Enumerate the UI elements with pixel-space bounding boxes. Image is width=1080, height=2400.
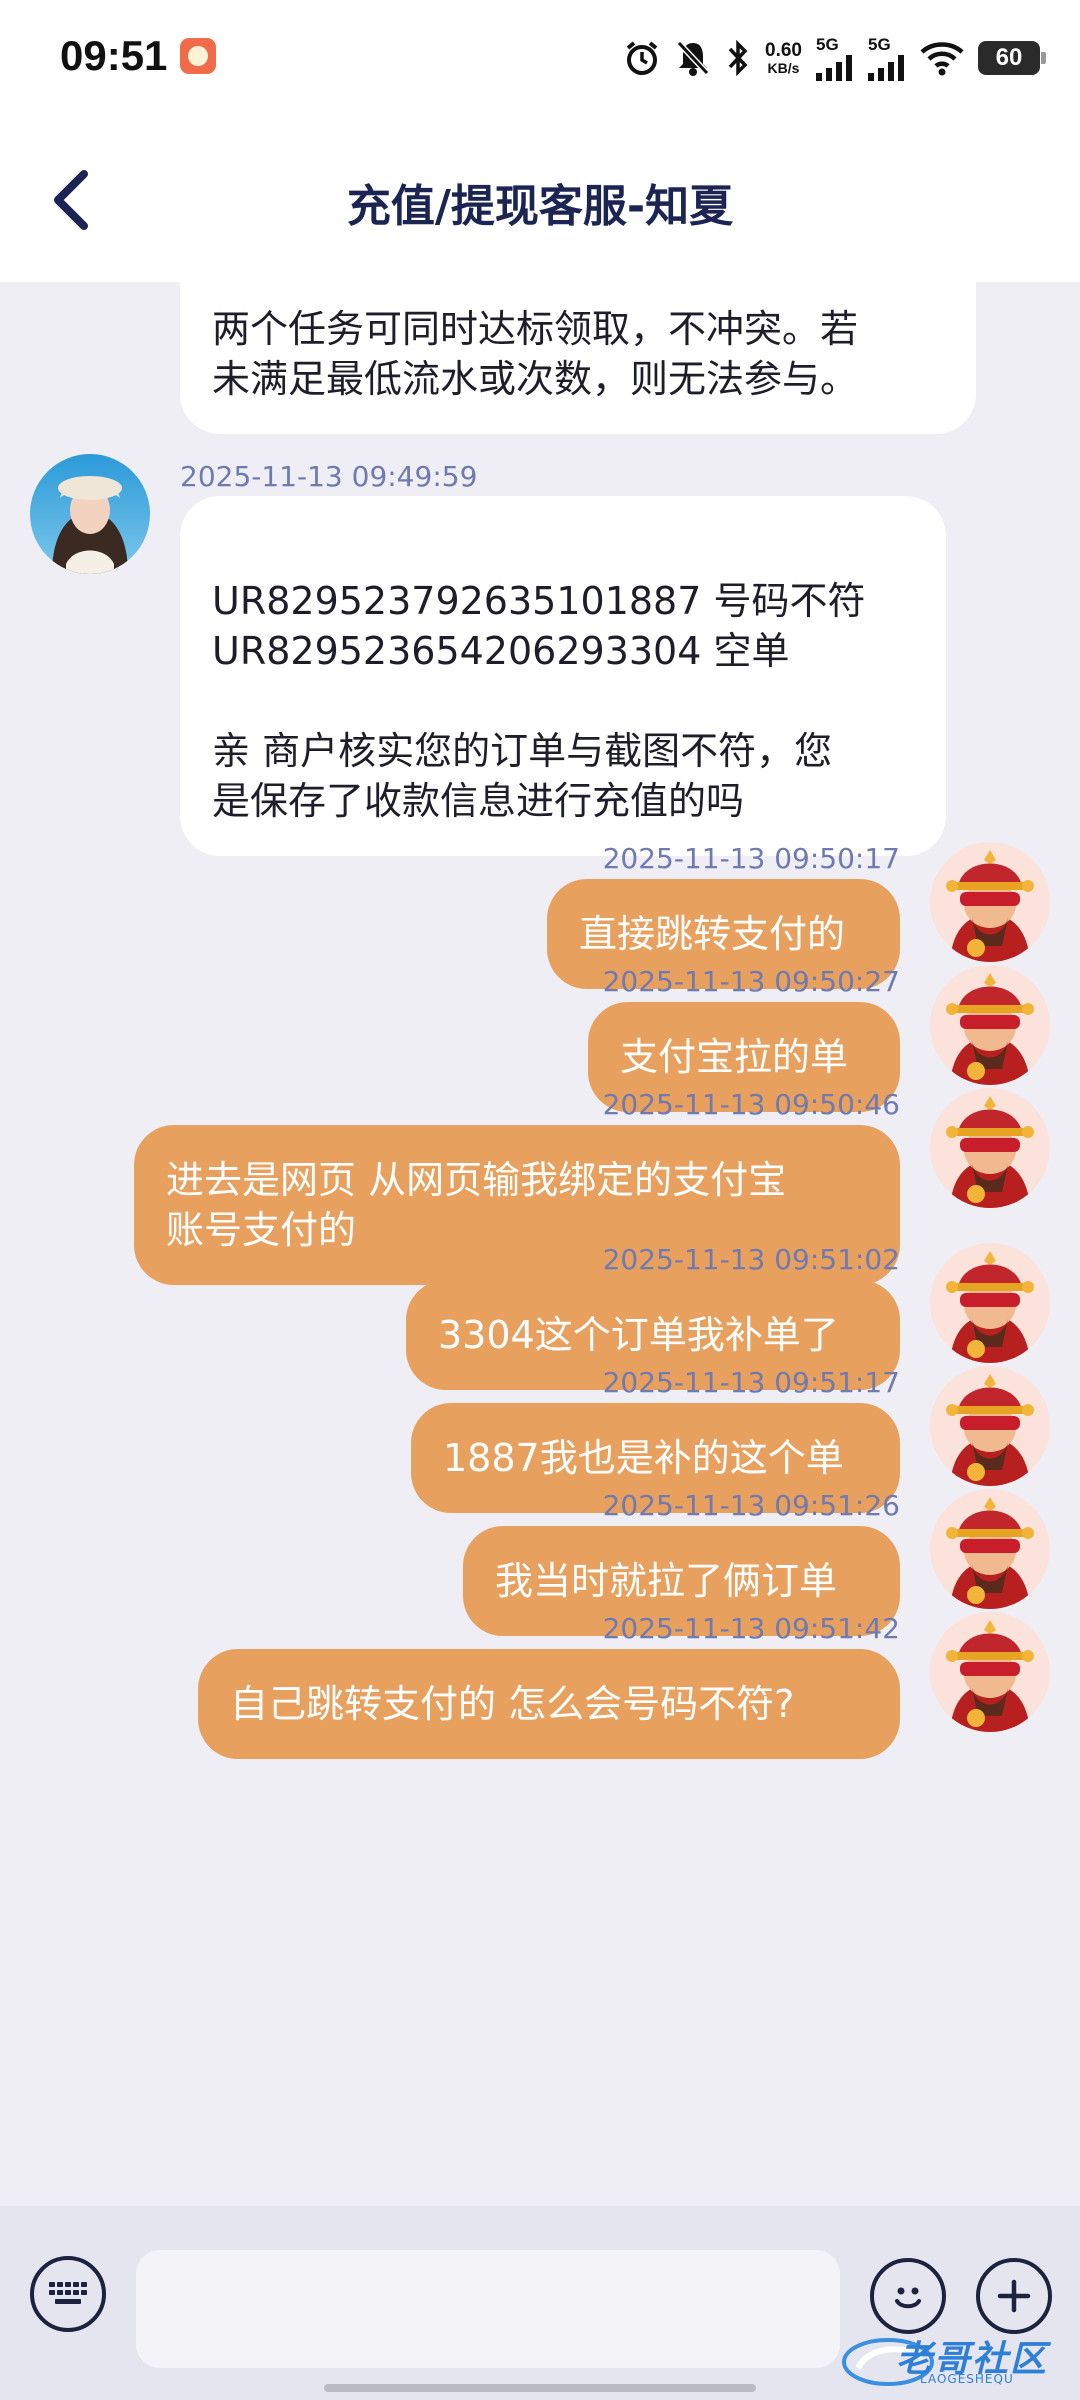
page-title: 充值/提现客服-知夏 <box>346 181 734 232</box>
signal-2-label: 5G <box>868 35 891 54</box>
agent-avatar[interactable] <box>30 454 150 574</box>
alarm-icon <box>623 39 661 77</box>
home-indicator[interactable] <box>324 2384 756 2392</box>
watermark-subtext: LAOGESHEQU <box>920 2372 1014 2386</box>
user-avatar[interactable] <box>930 1088 1050 1208</box>
keyboard-icon <box>49 2282 87 2304</box>
emoji-icon <box>895 2287 921 2309</box>
signal-2: 5G <box>868 35 906 81</box>
message-text: 直接跳转支付的 <box>579 912 846 956</box>
status-bar: 09:51 0.60 KB/s 5G 5G 60 <box>0 0 1080 118</box>
message-timestamp: 2025-11-13 09:51:26 <box>602 1489 900 1522</box>
app-notification-icon <box>180 38 216 74</box>
user-avatar[interactable] <box>930 1243 1050 1363</box>
message-text: 我当时就拉了俩订单 <box>495 1559 838 1603</box>
message-text: UR829523792635101887 号码不符 UR829523654206… <box>212 579 866 823</box>
more-button[interactable] <box>976 2258 1052 2334</box>
message-input[interactable] <box>136 2250 840 2368</box>
message-text: 1887我也是补的这个单 <box>443 1436 844 1480</box>
net-speed-value: 0.60 <box>765 39 802 61</box>
message-timestamp: 2025-11-13 09:51:42 <box>602 1612 900 1645</box>
wifi-icon <box>920 40 964 76</box>
message-text: 支付宝拉的单 <box>620 1035 849 1079</box>
emoji-button[interactable] <box>870 2258 946 2334</box>
chat-header: 充值/提现客服-知夏 <box>0 118 1080 282</box>
status-icons: 0.60 KB/s 5G 5G 60 <box>623 34 1046 82</box>
net-speed: 0.60 KB/s <box>765 41 802 76</box>
message-bubble-outgoing[interactable]: 自己跳转支付的 怎么会号码不符? <box>198 1649 900 1759</box>
user-avatar[interactable] <box>930 1612 1050 1732</box>
message-timestamp: 2025-11-13 09:50:17 <box>602 842 900 875</box>
message-timestamp: 2025-11-13 09:50:46 <box>602 1088 900 1121</box>
user-avatar[interactable] <box>930 1489 1050 1609</box>
message-bubble-incoming[interactable]: 两个任务可同时达标领取，不冲突。若 未满足最低流水或次数，则无法参与。 <box>180 282 976 434</box>
status-time: 09:51 <box>60 32 168 79</box>
net-speed-unit: KB/s <box>767 59 800 76</box>
bluetooth-icon <box>725 39 751 77</box>
message-text: 进去是网页 从网页输我绑定的支付宝 账号支付的 <box>166 1158 787 1252</box>
user-avatar[interactable] <box>930 842 1050 962</box>
plus-icon <box>997 2279 1031 2313</box>
message-text: 自己跳转支付的 怎么会号码不符? <box>230 1682 795 1726</box>
message-timestamp: 2025-11-13 09:51:17 <box>602 1366 900 1399</box>
message-timestamp: 2025-11-13 09:49:59 <box>180 460 478 493</box>
signal-icon <box>816 55 852 81</box>
user-avatar[interactable] <box>930 1366 1050 1486</box>
signal-icon <box>868 55 904 81</box>
message-timestamp: 2025-11-13 09:51:02 <box>602 1243 900 1276</box>
message-text: 两个任务可同时达标领取，不冲突。若 未满足最低流水或次数，则无法参与。 <box>212 307 859 401</box>
message-timestamp: 2025-11-13 09:50:27 <box>602 965 900 998</box>
message-bubble-incoming[interactable]: UR829523792635101887 号码不符 UR829523654206… <box>180 496 946 856</box>
signal-1: 5G <box>816 35 854 81</box>
mute-bell-icon <box>675 39 711 77</box>
signal-1-label: 5G <box>816 35 839 54</box>
chat-message-list[interactable]: 两个任务可同时达标领取，不冲突。若 未满足最低流水或次数，则无法参与。 2025… <box>0 282 1080 2206</box>
keyboard-toggle-button[interactable] <box>30 2256 106 2332</box>
message-text: 3304这个订单我补单了 <box>438 1313 839 1357</box>
user-avatar[interactable] <box>930 965 1050 1085</box>
battery-icon: 60 <box>978 41 1046 75</box>
